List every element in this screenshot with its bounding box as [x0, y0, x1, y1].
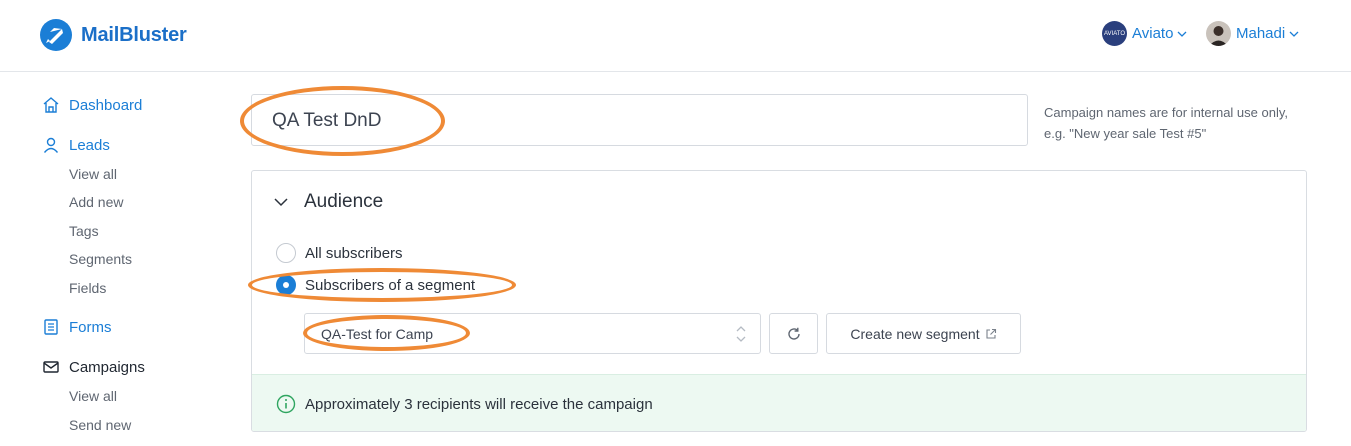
- info-icon: [276, 394, 296, 414]
- audience-toggle[interactable]: Audience: [274, 191, 383, 213]
- recipients-notice: Approximately 3 recipients will receive …: [252, 374, 1306, 431]
- audience-title: Audience: [304, 191, 384, 212]
- sidebar-subitem-send-new[interactable]: Send new: [69, 417, 131, 433]
- radio-button-selected[interactable]: [276, 275, 296, 295]
- refresh-icon: [787, 327, 800, 340]
- campaign-name-helper: Campaign names are for internal use only…: [1044, 102, 1324, 144]
- segment-select[interactable]: QA-Test for Camp: [304, 313, 761, 354]
- org-avatar: AVIATO: [1102, 21, 1127, 46]
- chevron-down-icon: [1177, 31, 1187, 37]
- campaign-name-value: QA Test DnD: [272, 110, 382, 131]
- sidebar-item-label: Forms: [69, 318, 112, 336]
- radio-label: Subscribers of a segment: [305, 276, 476, 294]
- org-name: Aviato: [1132, 25, 1174, 42]
- helper-line-1: Campaign names are for internal use only…: [1044, 105, 1288, 120]
- refresh-segments-button[interactable]: [769, 313, 818, 354]
- sidebar-item-label: Campaigns: [69, 358, 145, 376]
- radio-all-subscribers[interactable]: All subscribers: [276, 243, 403, 263]
- sidebar-subitem-campaigns-view-all[interactable]: View all: [69, 388, 117, 404]
- top-header: MailBluster AVIATO Aviato Mahadi: [0, 0, 1351, 72]
- radio-segment-subscribers[interactable]: Subscribers of a segment: [276, 275, 475, 295]
- select-arrows-icon: [736, 326, 746, 342]
- sidebar-item-leads[interactable]: Leads: [42, 136, 110, 154]
- chevron-down-icon: [1289, 31, 1299, 37]
- chevron-down-icon: [274, 198, 288, 207]
- radio-label: All subscribers: [305, 244, 403, 262]
- sidebar: Dashboard Leads View all Add new Tags Se…: [0, 72, 220, 446]
- home-icon: [42, 96, 60, 114]
- sidebar-subitem-fields[interactable]: Fields: [69, 280, 106, 296]
- sidebar-item-campaigns[interactable]: Campaigns: [42, 358, 145, 376]
- sidebar-subitem-leads-view-all[interactable]: View all: [69, 166, 117, 182]
- radio-button[interactable]: [276, 243, 296, 263]
- form-icon: [42, 318, 60, 336]
- segment-select-value: QA-Test for Camp: [321, 326, 434, 342]
- user-name: Mahadi: [1236, 25, 1286, 42]
- user-icon: [42, 136, 60, 154]
- sidebar-subitem-segments[interactable]: Segments: [69, 251, 132, 267]
- user-menu[interactable]: Mahadi: [1206, 21, 1299, 46]
- sidebar-item-forms[interactable]: Forms: [42, 318, 112, 336]
- sidebar-item-dashboard[interactable]: Dashboard: [42, 96, 142, 114]
- helper-line-2: e.g. "New year sale Test #5": [1044, 126, 1207, 141]
- sidebar-subitem-tags[interactable]: Tags: [69, 223, 99, 239]
- create-segment-label: Create new segment: [850, 325, 980, 342]
- sidebar-item-label: Dashboard: [69, 96, 143, 114]
- brand-name: MailBluster: [81, 23, 187, 46]
- recipients-notice-text: Approximately 3 recipients will receive …: [305, 395, 653, 413]
- rocket-icon: [40, 19, 72, 51]
- audience-card: Audience All subscribers Subscribers of …: [251, 170, 1307, 432]
- envelope-icon: [42, 358, 60, 376]
- campaign-name-input[interactable]: QA Test DnD: [251, 94, 1028, 146]
- user-avatar: [1206, 21, 1231, 46]
- org-switcher[interactable]: AVIATO Aviato: [1102, 21, 1187, 46]
- create-segment-button[interactable]: Create new segment: [826, 313, 1021, 354]
- brand-logo[interactable]: MailBluster: [40, 19, 187, 51]
- sidebar-subitem-leads-add-new[interactable]: Add new: [69, 194, 123, 210]
- external-link-icon: [986, 328, 996, 339]
- sidebar-item-label: Leads: [69, 136, 110, 154]
